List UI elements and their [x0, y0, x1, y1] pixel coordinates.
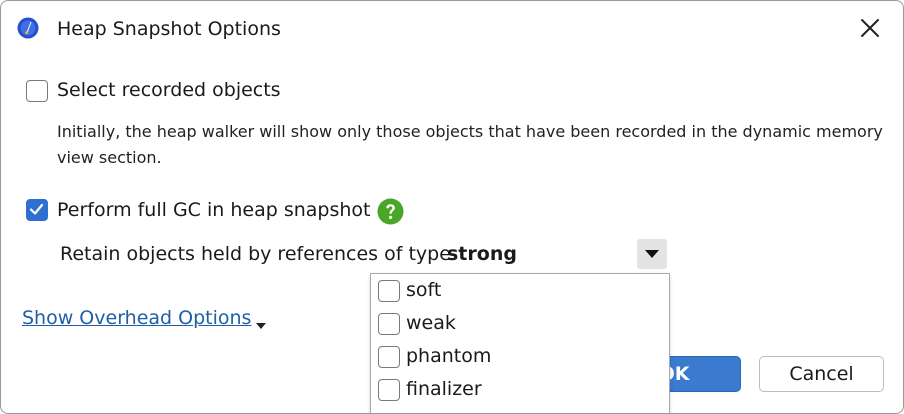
- reference-type-label: weak: [406, 312, 456, 334]
- select-recorded-objects-checkbox[interactable]: [26, 80, 48, 102]
- perform-full-gc-label: Perform full GC in heap snapshot: [57, 199, 371, 221]
- reference-type-item-weak[interactable]: weak: [371, 308, 669, 341]
- show-overhead-options-link[interactable]: Show Overhead Options: [22, 307, 251, 329]
- triangle-down-icon: [645, 250, 659, 258]
- select-recorded-objects-description: Initially, the heap walker will show onl…: [57, 122, 883, 167]
- reference-type-item-finalizer[interactable]: finalizer: [371, 374, 669, 407]
- reference-type-label: phantom: [406, 345, 492, 367]
- reference-type-checkbox[interactable]: [378, 346, 400, 368]
- close-button[interactable]: [857, 15, 883, 41]
- help-icon[interactable]: [377, 198, 404, 225]
- close-icon: [861, 19, 879, 37]
- reference-type-label: finalizer: [406, 378, 482, 400]
- reference-type-item-soft[interactable]: soft: [371, 275, 669, 308]
- reference-types-popup: soft weak phantom finalizer: [370, 273, 670, 413]
- select-recorded-objects-label: Select recorded objects: [57, 79, 281, 101]
- reference-type-checkbox[interactable]: [378, 313, 400, 335]
- cancel-button[interactable]: Cancel: [759, 356, 884, 392]
- caret-down-icon[interactable]: [255, 315, 267, 334]
- heap-snapshot-options-dialog: Heap Snapshot Options Select recorded ob…: [0, 0, 904, 414]
- retain-type-dropdown-button[interactable]: [637, 239, 667, 269]
- reference-type-checkbox[interactable]: [378, 280, 400, 302]
- retain-objects-label: Retain objects held by references of typ…: [60, 243, 451, 265]
- dialog-title: Heap Snapshot Options: [57, 18, 281, 40]
- reference-type-label: soft: [406, 279, 442, 301]
- app-logo-icon: [17, 17, 39, 39]
- reference-type-item-phantom[interactable]: phantom: [371, 341, 669, 374]
- reference-type-checkbox[interactable]: [378, 379, 400, 401]
- checkmark-icon: [29, 203, 44, 215]
- perform-full-gc-checkbox[interactable]: [26, 199, 48, 221]
- retain-type-value[interactable]: strong: [447, 243, 517, 265]
- title-bar: Heap Snapshot Options: [1, 1, 903, 57]
